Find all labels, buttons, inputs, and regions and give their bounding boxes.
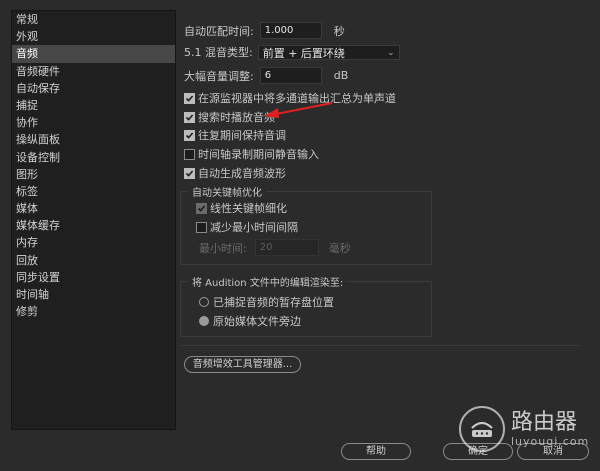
sidebar-item[interactable]: 标签 [12, 183, 175, 200]
router-logo-icon [459, 406, 505, 452]
mix-type-select[interactable]: 前置 + 后置环绕 ⌄ [257, 44, 400, 60]
audition-group-title: 将 Audition 文件中的编辑渲染至: [188, 274, 348, 289]
checkbox-icon[interactable] [184, 148, 195, 160]
sidebar-item[interactable]: 设备控制 [12, 149, 175, 166]
sidebar-item[interactable]: 媒体 [12, 200, 175, 217]
sidebar-item[interactable]: 回放 [12, 252, 175, 269]
auto-match-time-label: 自动匹配时间: [184, 24, 254, 38]
auto-match-time-input[interactable]: 1.000 [259, 22, 322, 39]
checkbox-icon[interactable] [196, 202, 207, 214]
min-interval-label: 减少最小时间间隔 [210, 221, 298, 234]
radio-label: 原始媒体文件旁边 [213, 315, 301, 328]
sidebar-item[interactable]: 捕捉 [12, 97, 175, 114]
checkbox-row[interactable]: 往复期间保持音调 [184, 127, 286, 143]
watermark-title: 路由器 [511, 409, 578, 435]
mix-type-row: 5.1 混音类型: 前置 + 后置环绕 ⌄ [184, 44, 400, 60]
sidebar-item[interactable]: 同步设置 [12, 269, 175, 286]
checkbox-label: 自动生成音频波形 [198, 167, 286, 180]
checkbox-icon[interactable] [184, 129, 195, 141]
keyframe-group-title: 自动关键帧优化 [188, 184, 266, 199]
sidebar-item[interactable]: 常规 [12, 11, 175, 28]
checkbox-row[interactable]: 自动生成音频波形 [184, 165, 286, 181]
sidebar-item[interactable]: 外观 [12, 28, 175, 45]
min-time-input[interactable]: 20 [254, 239, 319, 256]
auto-match-time-row: 自动匹配时间: 1.000 秒 [184, 22, 345, 39]
gain-row: 大幅音量调整: 6 dB [184, 67, 348, 84]
watermark-subtitle: luyouqi.com [511, 434, 590, 448]
checkbox-icon[interactable] [184, 111, 195, 123]
min-time-unit: 毫秒 [328, 241, 351, 255]
min-time-label: 最小时间: [199, 241, 247, 255]
audio-plugin-manager-button[interactable]: 音频增效工具管理器... [184, 356, 301, 373]
sidebar-item[interactable]: 自动保存 [12, 80, 175, 97]
checkbox-icon[interactable] [184, 92, 195, 104]
min-time-row: 最小时间: 20 毫秒 [199, 239, 351, 256]
gain-unit: dB [333, 69, 349, 82]
sidebar-item[interactable]: 内存 [12, 234, 175, 251]
sidebar-item[interactable]: 时间轴 [12, 286, 175, 303]
watermark-logo: 路由器 luyouqi.com [459, 406, 589, 452]
checkbox-label: 往复期间保持音调 [198, 129, 286, 142]
chevron-down-icon: ⌄ [387, 47, 395, 58]
linear-keyframe-row[interactable]: 线性关键帧细化 [196, 200, 287, 216]
radio-button[interactable] [199, 297, 209, 307]
mix-type-value: 前置 + 后置环绕 [262, 46, 345, 60]
checkbox-label: 时间轴录制期间静音输入 [198, 148, 319, 161]
preferences-category-list: 常规 外观 音频 音频硬件 自动保存 捕捉 协作 操纵面板 设备控制 图形 标签 媒体 媒体缓存 内存 回放… [11, 10, 176, 430]
sidebar-item[interactable]: 协作 [12, 114, 175, 131]
checkbox-row[interactable]: 时间轴录制期间静音输入 [184, 146, 319, 162]
min-interval-row[interactable]: 减少最小时间间隔 [196, 219, 298, 235]
gain-input[interactable]: 6 [259, 67, 322, 84]
sidebar-item[interactable]: 音频 [12, 45, 175, 63]
radio-button[interactable] [199, 316, 209, 326]
help-button[interactable]: 帮助 [341, 443, 411, 460]
gain-label: 大幅音量调整: [184, 69, 254, 83]
mix-type-label: 5.1 混音类型: [184, 46, 253, 59]
sidebar-item[interactable]: 媒体缓存 [12, 217, 175, 234]
radio-option[interactable]: 已捕捉音频的暂存盘位置 [199, 294, 334, 310]
divider [180, 345, 580, 346]
sidebar-item[interactable]: 操纵面板 [12, 131, 175, 148]
auto-match-time-unit: 秒 [333, 24, 345, 38]
sidebar-item[interactable]: 音频硬件 [12, 63, 175, 80]
sidebar-item[interactable]: 修剪 [12, 303, 175, 320]
sidebar-item[interactable]: 图形 [12, 166, 175, 183]
linear-keyframe-label: 线性关键帧细化 [210, 202, 287, 215]
checkbox-icon[interactable] [196, 221, 207, 233]
annotation-arrow-icon [264, 102, 333, 118]
checkbox-icon[interactable] [184, 167, 195, 179]
radio-option[interactable]: 原始媒体文件旁边 [199, 313, 301, 329]
radio-label: 已捕捉音频的暂存盘位置 [213, 296, 334, 309]
